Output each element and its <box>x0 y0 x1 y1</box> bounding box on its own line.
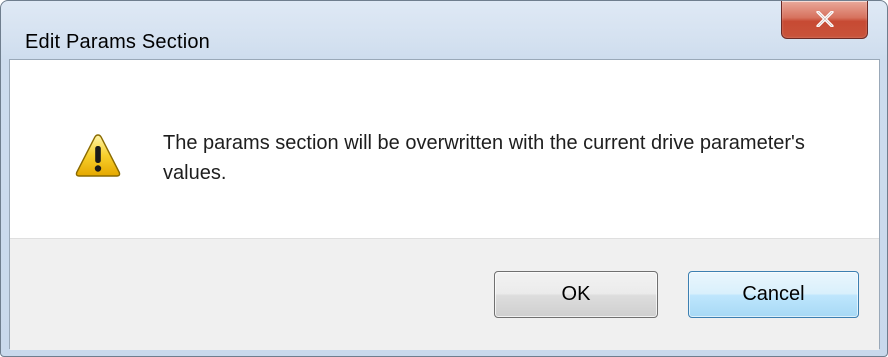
ok-button[interactable]: OK <box>494 271 658 318</box>
button-bar: OK Cancel <box>10 238 879 350</box>
warning-icon <box>75 134 121 177</box>
dialog-client-area: The params section will be overwritten w… <box>9 59 880 350</box>
dialog-message: The params section will be overwritten w… <box>163 132 805 184</box>
cancel-button[interactable]: Cancel <box>688 271 859 318</box>
close-icon <box>816 11 834 27</box>
message-area: The params section will be overwritten w… <box>10 60 879 238</box>
dialog-window: Edit Params Section The params section w… <box>0 0 888 357</box>
close-button[interactable] <box>781 1 868 39</box>
title-bar[interactable]: Edit Params Section <box>1 1 887 59</box>
window-title: Edit Params Section <box>25 31 210 53</box>
